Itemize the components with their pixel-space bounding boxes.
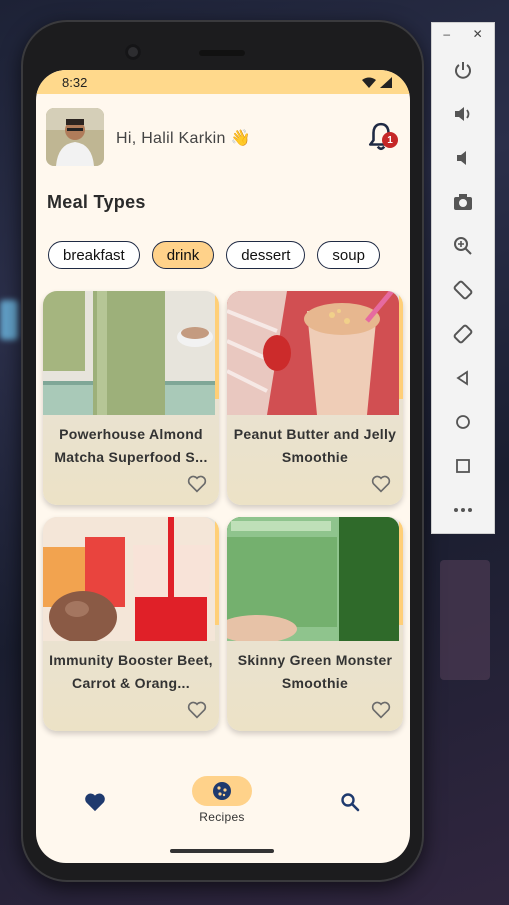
- status-time: 8:32: [62, 74, 88, 90]
- chip-breakfast[interactable]: breakfast: [48, 241, 140, 269]
- signal-icon: [380, 76, 392, 88]
- recipe-card[interactable]: Skinny Green Monster Smoothie: [227, 517, 403, 731]
- home-icon[interactable]: [450, 409, 476, 435]
- search-icon[interactable]: [340, 792, 360, 812]
- bottom-navigation: Recipes: [36, 774, 410, 834]
- emulator-controls: – ✕: [431, 22, 495, 534]
- rotate-right-icon[interactable]: [450, 321, 476, 347]
- earpiece-speaker: [199, 50, 245, 56]
- zoom-icon[interactable]: [450, 233, 476, 259]
- avatar-photo: [46, 108, 104, 166]
- recipe-card[interactable]: Peanut Butter and Jelly Smoothie: [227, 291, 403, 505]
- recipe-card[interactable]: Immunity Booster Beet, Carrot & Orang...: [43, 517, 219, 731]
- recipe-image: [227, 517, 399, 641]
- emulator-window-controls: – ✕: [432, 27, 494, 41]
- volume-up-icon[interactable]: [450, 101, 476, 127]
- back-icon[interactable]: [450, 365, 476, 391]
- front-camera: [125, 44, 141, 60]
- card-accent-edge: [399, 517, 403, 625]
- more-icon[interactable]: [450, 497, 476, 523]
- greeting-text: Hi, Halil Karkin 👋: [116, 130, 251, 147]
- recipe-image: [43, 291, 215, 415]
- recipe-title: Immunity Booster Beet, Carrot & Orang...: [49, 652, 213, 691]
- volume-down-icon[interactable]: [450, 145, 476, 171]
- nav-recipes-label: Recipes: [199, 810, 245, 824]
- status-icons: [362, 76, 392, 88]
- nav-recipes-button[interactable]: [192, 776, 252, 806]
- cookie-icon: [213, 782, 231, 800]
- app-screen: 8:32 Hi, Halil Karkin 👋 1 Meal Types bre…: [36, 70, 410, 863]
- minimize-icon[interactable]: –: [443, 27, 450, 41]
- chip-soup[interactable]: soup: [317, 241, 380, 269]
- notification-badge: 1: [382, 132, 398, 148]
- overview-icon[interactable]: [450, 453, 476, 479]
- favorite-heart-icon[interactable]: [371, 475, 391, 493]
- rotate-left-icon[interactable]: [450, 277, 476, 303]
- favorite-heart-icon[interactable]: [187, 475, 207, 493]
- favorite-heart-icon[interactable]: [187, 701, 207, 719]
- meal-type-chips: breakfast drink dessert soup: [48, 241, 380, 269]
- recipe-title: Powerhouse Almond Matcha Superfood S...: [54, 426, 208, 465]
- close-icon[interactable]: ✕: [473, 27, 483, 41]
- background-light: [0, 300, 18, 340]
- chip-dessert[interactable]: dessert: [226, 241, 306, 269]
- header: Hi, Halil Karkin 👋 1: [46, 108, 400, 166]
- power-icon[interactable]: [450, 57, 476, 83]
- chip-drink[interactable]: drink: [151, 241, 215, 269]
- camera-icon[interactable]: [450, 189, 476, 215]
- section-title: Meal Types: [47, 192, 146, 212]
- recipe-image: [227, 291, 399, 415]
- card-accent-edge: [215, 517, 219, 625]
- avatar[interactable]: [46, 108, 104, 166]
- recipe-title: Peanut Butter and Jelly Smoothie: [233, 426, 397, 465]
- recipe-title: Skinny Green Monster Smoothie: [237, 652, 393, 691]
- card-accent-edge: [215, 291, 219, 399]
- status-bar: 8:32: [36, 70, 410, 94]
- gesture-home-bar[interactable]: [170, 849, 274, 853]
- background-building: [440, 560, 490, 680]
- card-accent-edge: [399, 291, 403, 399]
- notification-button[interactable]: 1: [368, 122, 398, 152]
- recipe-card[interactable]: Powerhouse Almond Matcha Superfood S...: [43, 291, 219, 505]
- favorite-heart-icon[interactable]: [371, 701, 391, 719]
- wifi-icon: [362, 77, 376, 88]
- heart-icon[interactable]: [84, 792, 106, 812]
- recipe-image: [43, 517, 215, 641]
